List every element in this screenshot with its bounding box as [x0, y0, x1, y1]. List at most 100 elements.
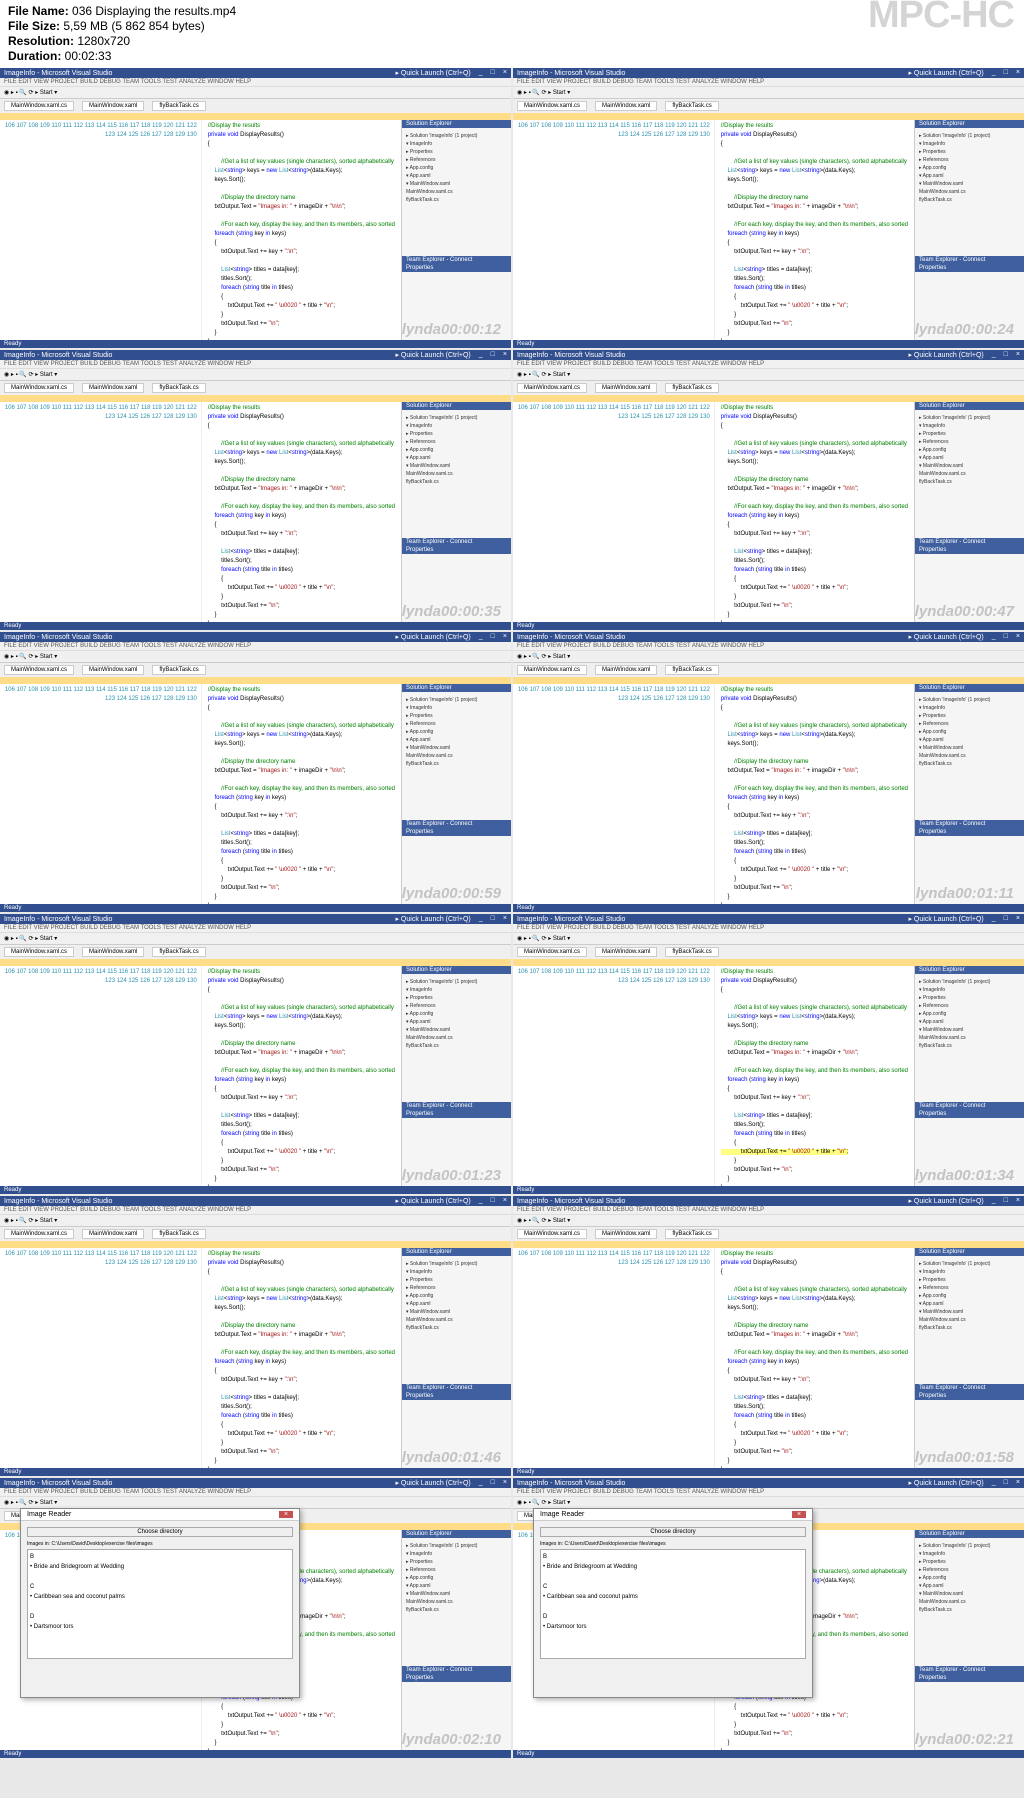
toolbar[interactable]: ◉ ▸ ▪ 🔍 ⟳ ▸ Start ▾ — [513, 933, 1024, 945]
close-icon: × — [503, 69, 507, 77]
window-title-bar: ImageInfo - Microsoft Visual Studio ▸ Qu… — [513, 632, 1024, 642]
solution-explorer-header: Solution Explorer — [915, 684, 1024, 692]
minimize-icon: _ — [479, 69, 483, 77]
close-icon[interactable]: × — [792, 1511, 806, 1518]
video-frame: ImageInfo - Microsoft Visual Studio ▸ Qu… — [513, 350, 1024, 630]
menu-bar[interactable]: FILE EDIT VIEW PROJECT BUILD DEBUG TEAM … — [513, 78, 1024, 87]
close-icon: × — [1016, 915, 1020, 923]
toolbar[interactable]: ◉ ▸ ▪ 🔍 ⟳ ▸ Start ▾ — [513, 1215, 1024, 1227]
document-tabs[interactable]: MainWindow.xaml.cs MainWindow.xaml flyBa… — [0, 381, 511, 395]
toolbar[interactable]: ◉ ▸ ▪ 🔍 ⟳ ▸ Start ▾ — [513, 651, 1024, 663]
output-textbox[interactable]: B• Bride and Bridegroom at WeddingC• Car… — [540, 1549, 806, 1659]
solution-explorer-header: Solution Explorer — [915, 1530, 1024, 1538]
document-tabs[interactable]: MainWindow.xaml.cs MainWindow.xaml flyBa… — [513, 663, 1024, 677]
toolbar[interactable]: ◉ ▸ ▪ 🔍 ⟳ ▸ Start ▾ — [513, 369, 1024, 381]
tab-mainwindow-xaml: MainWindow.xaml — [595, 665, 657, 675]
choose-directory-button[interactable]: Choose directory — [540, 1527, 806, 1537]
solution-tree[interactable]: ▸ Solution 'ImageInfo' (1 project) ▾ Ima… — [915, 974, 1024, 1102]
menu-bar[interactable]: FILE EDIT VIEW PROJECT BUILD DEBUG TEAM … — [0, 78, 511, 87]
properties-header: Properties — [402, 264, 511, 272]
document-tabs[interactable]: MainWindow.xaml.cs MainWindow.xaml flyBa… — [513, 381, 1024, 395]
output-textbox[interactable]: B• Bride and Bridegroom at WeddingC• Car… — [27, 1549, 293, 1659]
minimize-icon: _ — [992, 633, 996, 641]
code-editor[interactable]: 106 107 108 109 110 111 112 113 114 115 … — [0, 966, 401, 1186]
image-reader-dialog[interactable]: Image Reader× Choose directory Images in… — [20, 1508, 300, 1698]
solution-tree[interactable]: ▸ Solution 'ImageInfo' (1 project) ▾ Ima… — [915, 1538, 1024, 1666]
code-editor[interactable]: 106 107 108 109 110 111 112 113 114 115 … — [513, 684, 914, 904]
code-editor[interactable]: 106 107 108 109 110 111 112 113 114 115 … — [513, 120, 914, 340]
solution-tree[interactable]: ▸ Solution 'ImageInfo' (1 project) ▾ Ima… — [402, 128, 511, 256]
tab-mainwindow-cs: MainWindow.xaml.cs — [517, 947, 587, 957]
image-reader-dialog[interactable]: Image Reader× Choose directory Images in… — [533, 1508, 813, 1698]
properties-header: Properties — [915, 546, 1024, 554]
code-editor[interactable]: 106 107 108 109 110 111 112 113 114 115 … — [0, 684, 401, 904]
document-tabs[interactable]: MainWindow.xaml.cs MainWindow.xaml flyBa… — [513, 1227, 1024, 1241]
document-tabs[interactable]: MainWindow.xaml.cs MainWindow.xaml flyBa… — [0, 1227, 511, 1241]
solution-tree[interactable]: ▸ Solution 'ImageInfo' (1 project) ▾ Ima… — [402, 410, 511, 538]
side-panel: Solution Explorer ▸ Solution 'ImageInfo'… — [914, 402, 1024, 622]
info-bar — [513, 113, 1024, 120]
window-title-bar: ImageInfo - Microsoft Visual Studio ▸ Qu… — [0, 632, 511, 642]
solution-tree[interactable]: ▸ Solution 'ImageInfo' (1 project) ▾ Ima… — [915, 410, 1024, 538]
solution-tree[interactable]: ▸ Solution 'ImageInfo' (1 project) ▾ Ima… — [915, 1256, 1024, 1384]
info-bar — [513, 677, 1024, 684]
minimize-icon: _ — [479, 1197, 483, 1205]
window-title-bar: ImageInfo - Microsoft Visual Studio ▸ Qu… — [0, 68, 511, 78]
solution-tree[interactable]: ▸ Solution 'ImageInfo' (1 project) ▾ Ima… — [915, 128, 1024, 256]
video-frame: ImageInfo - Microsoft Visual Studio ▸ Qu… — [513, 1196, 1024, 1476]
menu-bar[interactable]: FILE EDIT VIEW PROJECT BUILD DEBUG TEAM … — [513, 1206, 1024, 1215]
menu-bar[interactable]: FILE EDIT VIEW PROJECT BUILD DEBUG TEAM … — [513, 642, 1024, 651]
tab-flybacktask: flyBackTask.cs — [665, 1229, 718, 1239]
code-editor[interactable]: 106 107 108 109 110 111 112 113 114 115 … — [0, 1248, 401, 1468]
tab-flybacktask: flyBackTask.cs — [665, 101, 718, 111]
properties-header: Properties — [915, 1110, 1024, 1118]
solution-explorer-header: Solution Explorer — [915, 1248, 1024, 1256]
solution-explorer-header: Solution Explorer — [915, 120, 1024, 128]
toolbar[interactable]: ◉ ▸ ▪ 🔍 ⟳ ▸ Start ▾ — [0, 933, 511, 945]
document-tabs[interactable]: MainWindow.xaml.cs MainWindow.xaml flyBa… — [513, 99, 1024, 113]
menu-bar[interactable]: FILE EDIT VIEW PROJECT BUILD DEBUG TEAM … — [0, 642, 511, 651]
toolbar[interactable]: ◉ ▸ ▪ 🔍 ⟳ ▸ Start ▾ — [0, 651, 511, 663]
video-frame: ImageInfo - Microsoft Visual Studio ▸ Qu… — [0, 68, 511, 348]
timestamp-watermark: lynda00:01:34 — [915, 1167, 1014, 1184]
window-title-bar: ImageInfo - Microsoft Visual Studio ▸ Qu… — [0, 350, 511, 360]
code-editor[interactable]: 106 107 108 109 110 111 112 113 114 115 … — [0, 120, 401, 340]
menu-bar[interactable]: FILE EDIT VIEW PROJECT BUILD DEBUG TEAM … — [0, 924, 511, 933]
toolbar[interactable]: ◉ ▸ ▪ 🔍 ⟳ ▸ Start ▾ — [0, 87, 511, 99]
document-tabs[interactable]: MainWindow.xaml.cs MainWindow.xaml flyBa… — [0, 663, 511, 677]
solution-explorer-header: Solution Explorer — [402, 120, 511, 128]
code-editor[interactable]: 106 107 108 109 110 111 112 113 114 115 … — [513, 1248, 914, 1468]
window-title-bar: ImageInfo - Microsoft Visual Studio ▸ Qu… — [513, 1478, 1024, 1488]
menu-bar[interactable]: FILE EDIT VIEW PROJECT BUILD DEBUG TEAM … — [0, 360, 511, 369]
solution-explorer-header: Solution Explorer — [402, 966, 511, 974]
document-tabs[interactable]: MainWindow.xaml.cs MainWindow.xaml flyBa… — [0, 945, 511, 959]
menu-bar[interactable]: FILE EDIT VIEW PROJECT BUILD DEBUG TEAM … — [513, 924, 1024, 933]
solution-tree[interactable]: ▸ Solution 'ImageInfo' (1 project) ▾ Ima… — [402, 1256, 511, 1384]
menu-bar[interactable]: FILE EDIT VIEW PROJECT BUILD DEBUG TEAM … — [0, 1206, 511, 1215]
tab-flybacktask: flyBackTask.cs — [152, 101, 205, 111]
solution-tree[interactable]: ▸ Solution 'ImageInfo' (1 project) ▾ Ima… — [402, 974, 511, 1102]
video-frame: ImageInfo - Microsoft Visual Studio ▸ Qu… — [0, 1196, 511, 1476]
solution-tree[interactable]: ▸ Solution 'ImageInfo' (1 project) ▾ Ima… — [402, 1538, 511, 1666]
document-tabs[interactable]: MainWindow.xaml.cs MainWindow.xaml flyBa… — [0, 99, 511, 113]
solution-tree[interactable]: ▸ Solution 'ImageInfo' (1 project) ▾ Ima… — [402, 692, 511, 820]
team-explorer-header: Team Explorer - Connect — [402, 1102, 511, 1110]
choose-directory-button[interactable]: Choose directory — [27, 1527, 293, 1537]
side-panel: Solution Explorer ▸ Solution 'ImageInfo'… — [401, 684, 511, 904]
toolbar[interactable]: ◉ ▸ ▪ 🔍 ⟳ ▸ Start ▾ — [513, 87, 1024, 99]
close-icon[interactable]: × — [279, 1511, 293, 1518]
toolbar[interactable]: ◉ ▸ ▪ 🔍 ⟳ ▸ Start ▾ — [0, 369, 511, 381]
menu-bar[interactable]: FILE EDIT VIEW PROJECT BUILD DEBUG TEAM … — [0, 1488, 511, 1497]
code-editor[interactable]: 106 107 108 109 110 111 112 113 114 115 … — [513, 966, 914, 1186]
close-icon: × — [1016, 1197, 1020, 1205]
toolbar[interactable]: ◉ ▸ ▪ 🔍 ⟳ ▸ Start ▾ — [0, 1215, 511, 1227]
code-editor[interactable]: 106 107 108 109 110 111 112 113 114 115 … — [0, 402, 401, 622]
solution-tree[interactable]: ▸ Solution 'ImageInfo' (1 project) ▾ Ima… — [915, 692, 1024, 820]
properties-header: Properties — [402, 1674, 511, 1682]
tab-mainwindow-xaml: MainWindow.xaml — [82, 383, 144, 393]
menu-bar[interactable]: FILE EDIT VIEW PROJECT BUILD DEBUG TEAM … — [513, 360, 1024, 369]
menu-bar[interactable]: FILE EDIT VIEW PROJECT BUILD DEBUG TEAM … — [513, 1488, 1024, 1497]
timestamp-watermark: lynda00:00:24 — [915, 321, 1014, 338]
code-editor[interactable]: 106 107 108 109 110 111 112 113 114 115 … — [513, 402, 914, 622]
document-tabs[interactable]: MainWindow.xaml.cs MainWindow.xaml flyBa… — [513, 945, 1024, 959]
